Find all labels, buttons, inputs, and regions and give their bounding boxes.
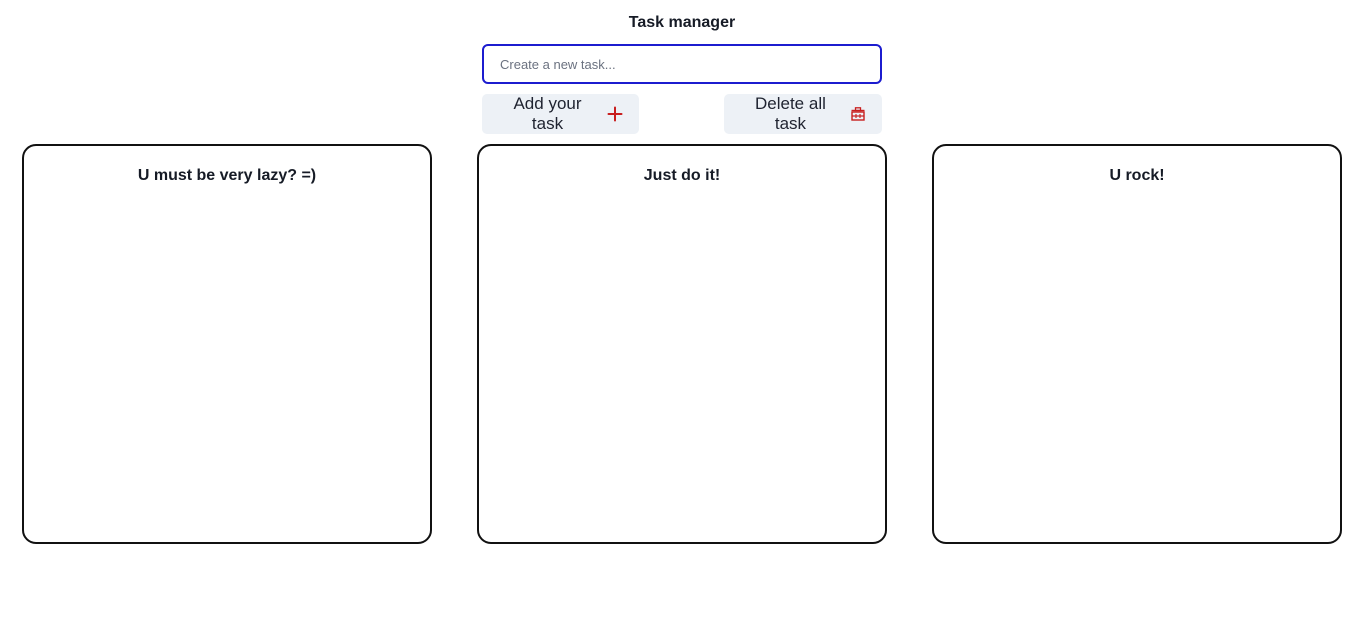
delete-all-tasks-button[interactable]: Delete all task — [724, 94, 882, 134]
task-column-done[interactable]: U rock! — [932, 144, 1342, 544]
add-task-label: Add your task — [513, 94, 582, 133]
delete-all-label: Delete all task — [755, 94, 826, 133]
column-title: U rock! — [1109, 167, 1165, 184]
column-title: U must be very lazy? =) — [137, 167, 317, 184]
task-manager-page: Task manager Add your task Delete all ta… — [0, 0, 1364, 641]
trash-icon — [851, 106, 866, 122]
task-column-todo[interactable]: U must be very lazy? =) — [22, 144, 432, 544]
new-task-input[interactable] — [482, 44, 882, 84]
page-title: Task manager — [628, 14, 736, 31]
plus-icon — [607, 106, 623, 122]
column-title: Just do it! — [643, 167, 721, 184]
add-task-button[interactable]: Add your task — [482, 94, 639, 134]
task-column-in-progress[interactable]: Just do it! — [477, 144, 887, 544]
